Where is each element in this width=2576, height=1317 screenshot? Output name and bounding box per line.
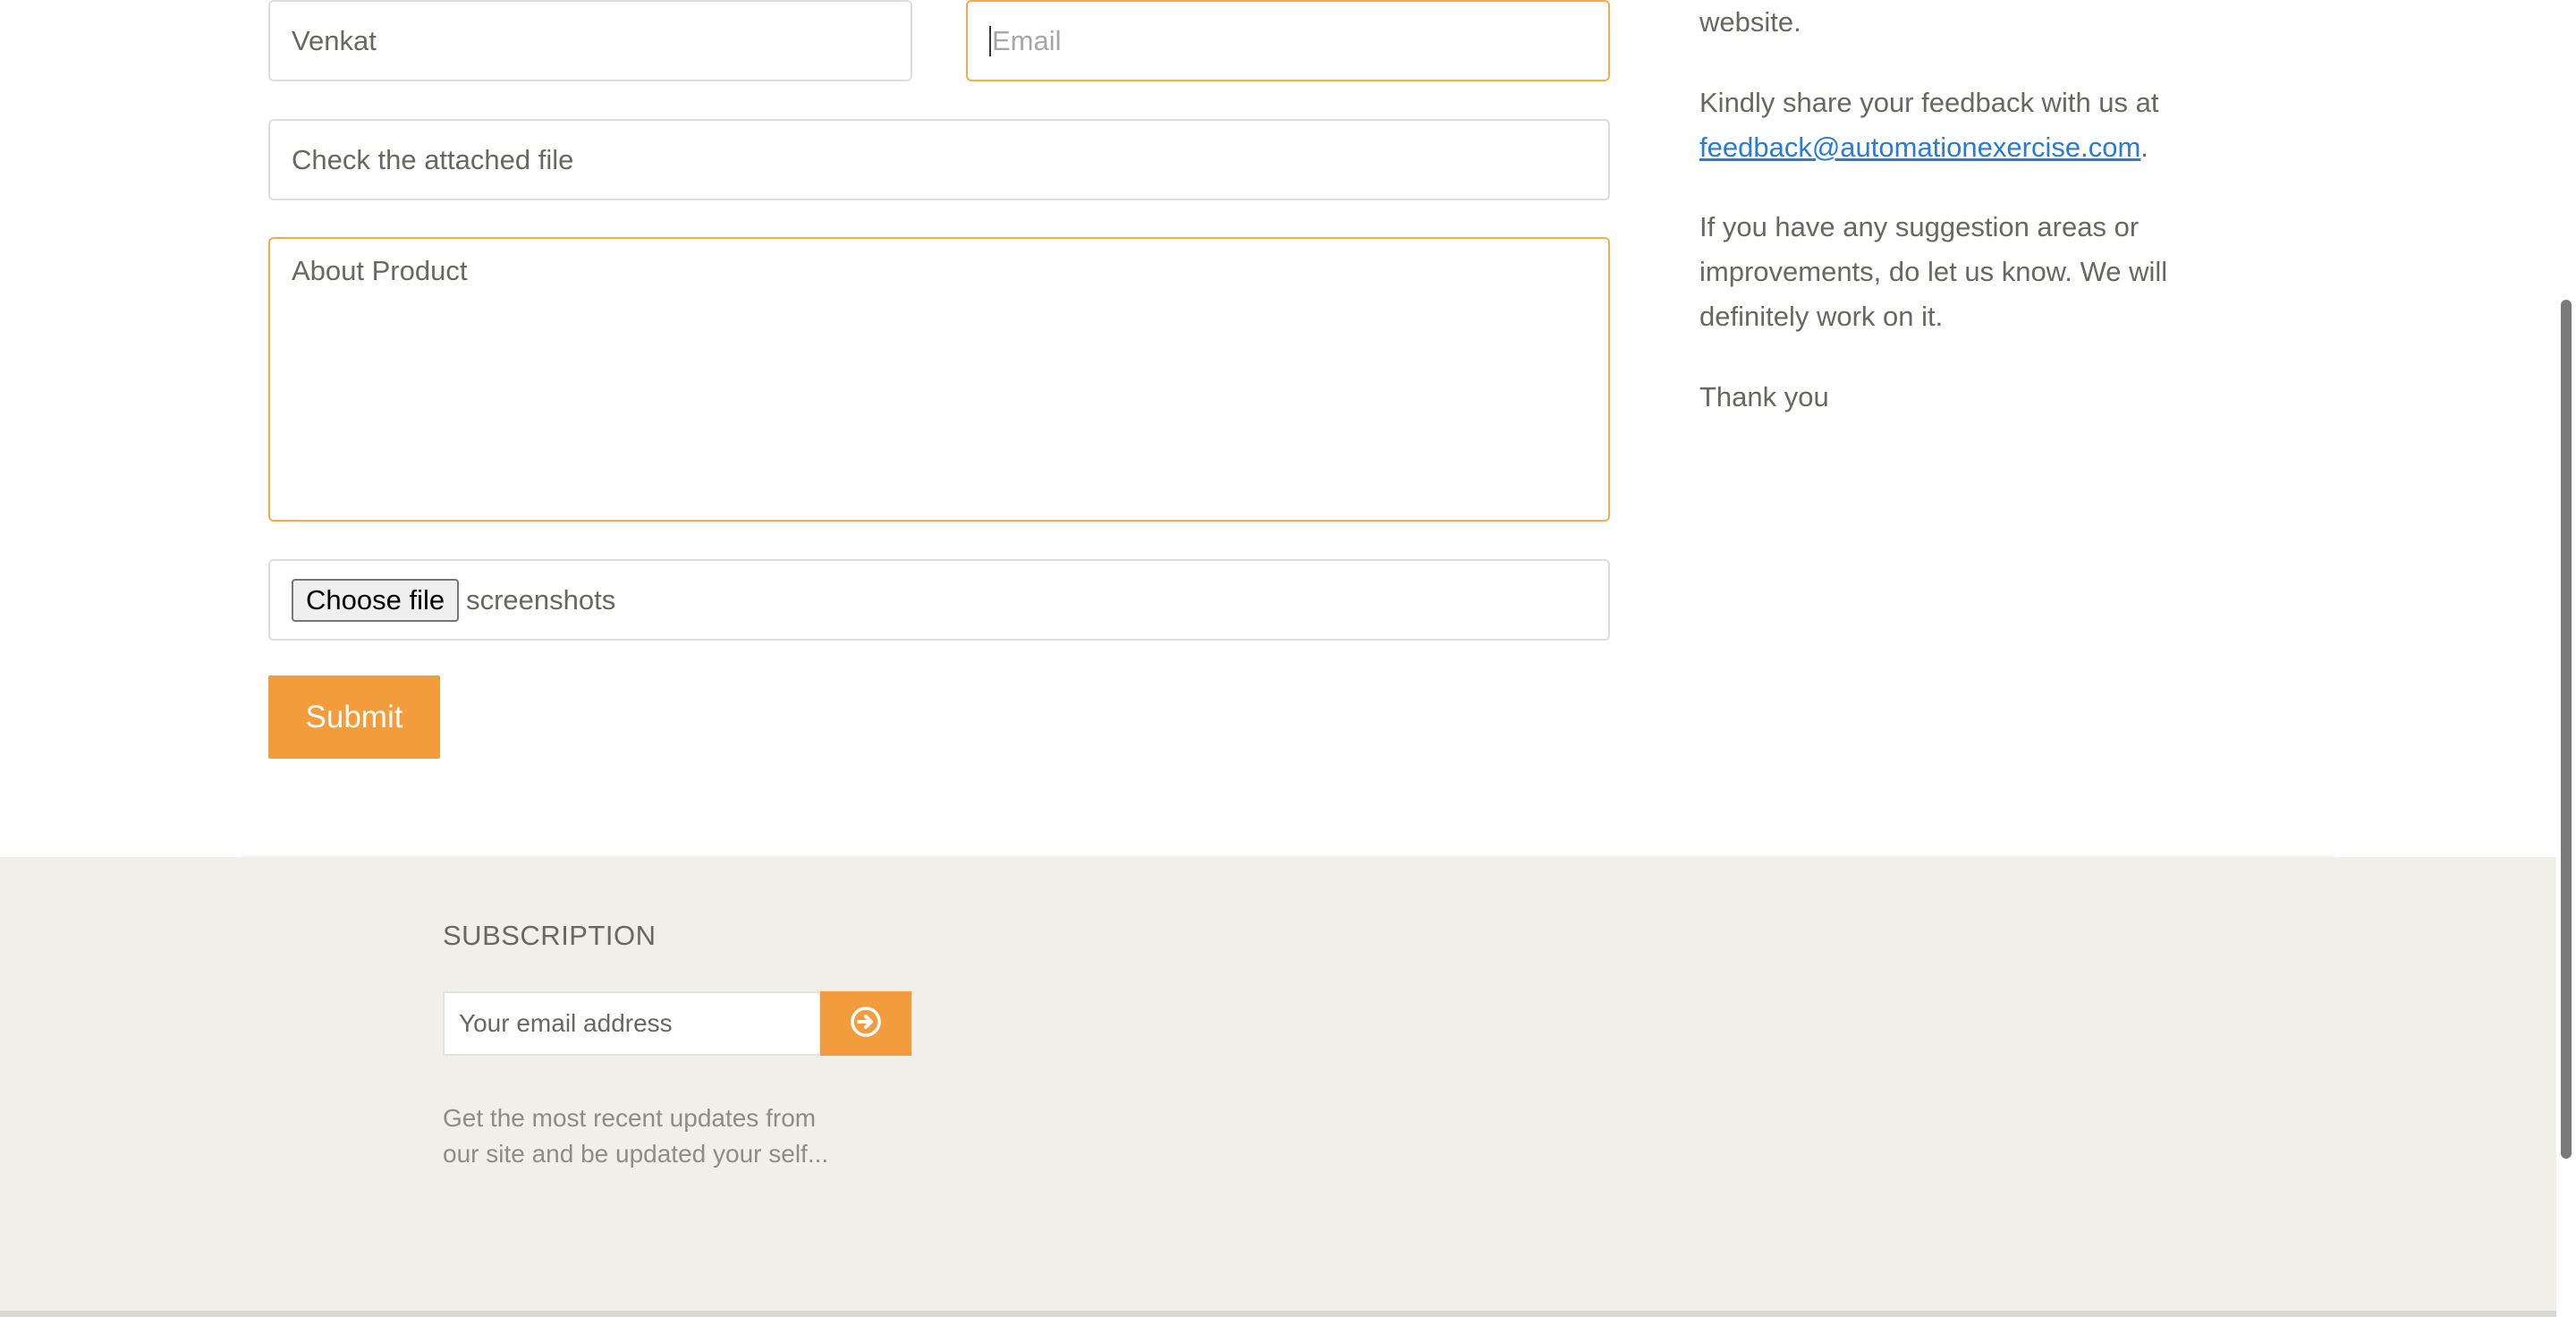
- feedback-paragraph-1: website.: [1699, 0, 1801, 45]
- footer: [0, 857, 2576, 1317]
- feedback-paragraph-3-line-3: definitely work on it.: [1699, 301, 1944, 332]
- file-upload-field: Choose file screenshots: [268, 559, 1610, 641]
- submit-button[interactable]: Submit: [268, 675, 440, 759]
- text-caret: [989, 25, 991, 56]
- feedback-paragraph-4: Thank you: [1699, 375, 1829, 420]
- footer-divider: [242, 855, 2334, 857]
- name-input-value: Venkat: [292, 24, 377, 56]
- feedback-email-link[interactable]: feedback@automationexercise.com: [1699, 132, 2140, 163]
- feedback-paragraph-4-text: Thank you: [1699, 381, 1829, 412]
- subscription-email-input[interactable]: Your email address: [443, 991, 821, 1056]
- arrow-circle-right-icon: [850, 1006, 882, 1042]
- subject-input-value: Check the attached file: [292, 143, 574, 175]
- subscription-description-line-2: our site and be updated your self...: [443, 1140, 829, 1168]
- feedback-paragraph-2-suffix: .: [2140, 132, 2148, 163]
- vertical-scrollbar[interactable]: [2556, 0, 2576, 1317]
- subscribe-button[interactable]: [820, 991, 911, 1056]
- name-input[interactable]: Venkat: [268, 0, 912, 81]
- feedback-paragraph-2-text: Kindly share your feedback with us at: [1699, 87, 2159, 118]
- message-textarea-value: About Product: [292, 255, 468, 286]
- feedback-paragraph-2: Kindly share your feedback with us at fe…: [1699, 81, 2159, 170]
- feedback-paragraph-3-line-1: If you have any suggestion areas or: [1699, 211, 2140, 242]
- selected-file-name: screenshots: [466, 583, 616, 616]
- email-input-placeholder: Email: [992, 24, 1062, 56]
- choose-file-button[interactable]: Choose file: [292, 578, 460, 622]
- scrollbar-thumb[interactable]: [2561, 300, 2572, 1159]
- feedback-paragraph-3-line-2: improvements, do let us know. We will: [1699, 256, 2168, 287]
- page-viewport: Venkat Email Check the attached file Abo…: [0, 0, 2576, 1317]
- subscription-title: SUBSCRIPTION: [443, 920, 657, 951]
- feedback-paragraph-3: If you have any suggestion areas or impr…: [1699, 205, 2167, 339]
- subscription-description-line-1: Get the most recent updates from: [443, 1104, 817, 1132]
- subscription-email-placeholder: Your email address: [459, 1009, 673, 1037]
- footer-bottom-edge: [0, 1311, 2576, 1317]
- feedback-paragraph-1-text: website.: [1699, 6, 1801, 38]
- subscription-description: Get the most recent updates from our sit…: [443, 1100, 908, 1172]
- subject-input[interactable]: Check the attached file: [268, 119, 1610, 200]
- email-input[interactable]: Email: [966, 0, 1610, 81]
- message-textarea[interactable]: About Product: [268, 237, 1610, 522]
